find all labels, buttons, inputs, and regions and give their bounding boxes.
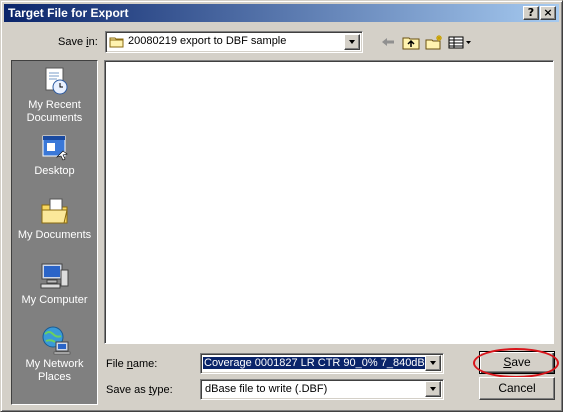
place-label: My Recent bbox=[28, 99, 81, 111]
current-folder-name: 20080219 export to DBF sample bbox=[128, 35, 287, 47]
place-label: Places bbox=[37, 371, 72, 383]
recent-documents-icon bbox=[39, 65, 71, 97]
save-in-dropdown[interactable]: 20080219 export to DBF sample bbox=[105, 31, 363, 53]
file-name-dropdown-arrow[interactable] bbox=[425, 355, 441, 371]
place-my-network-places[interactable]: My Network Places bbox=[12, 324, 97, 386]
up-one-level-icon[interactable] bbox=[402, 34, 420, 50]
folder-icon bbox=[109, 35, 125, 49]
file-list[interactable] bbox=[104, 60, 554, 344]
title-bar[interactable]: Target File for Export ? × bbox=[4, 4, 559, 22]
place-my-documents[interactable]: My Documents bbox=[12, 195, 97, 247]
file-name-label: File name: bbox=[106, 358, 158, 370]
place-label: My Computer bbox=[21, 294, 88, 306]
place-desktop[interactable]: Desktop bbox=[12, 131, 97, 183]
place-label: Desktop bbox=[34, 165, 75, 177]
save-dialog: Target File for Export ? × Save in: 2008… bbox=[0, 0, 563, 412]
close-button[interactable]: × bbox=[540, 6, 556, 20]
place-my-recent-documents[interactable]: My Recent Documents bbox=[12, 65, 97, 127]
place-my-computer[interactable]: My Computer bbox=[12, 260, 97, 312]
cancel-button[interactable]: Cancel bbox=[479, 377, 555, 400]
window-title: Target File for Export bbox=[8, 6, 129, 20]
places-bar: My Recent Documents Desktop My Documents… bbox=[11, 60, 98, 405]
help-icon: ? bbox=[527, 6, 535, 19]
my-documents-icon bbox=[39, 195, 71, 227]
my-computer-icon bbox=[39, 260, 71, 292]
file-name-input[interactable]: Coverage 0001827 LR CTR 90_0% 7_840dBu bbox=[200, 353, 444, 374]
back-icon[interactable] bbox=[379, 34, 397, 50]
place-label: Documents bbox=[26, 112, 83, 124]
save-in-label: Save in: bbox=[58, 36, 98, 48]
save-in-dropdown-arrow[interactable] bbox=[344, 34, 360, 50]
view-menu-icon[interactable] bbox=[448, 34, 472, 50]
desktop-icon bbox=[39, 131, 71, 163]
new-folder-icon[interactable] bbox=[425, 34, 443, 50]
network-places-icon bbox=[39, 324, 71, 356]
save-as-type-dropdown-arrow[interactable] bbox=[425, 381, 441, 397]
help-button[interactable]: ? bbox=[523, 6, 539, 20]
save-as-type-dropdown[interactable]: dBase file to write (.DBF) bbox=[200, 379, 444, 400]
highlight-annotation-ring bbox=[473, 348, 559, 378]
place-label: My Network bbox=[25, 358, 84, 370]
save-as-type-label: Save as type: bbox=[106, 384, 173, 396]
close-icon: × bbox=[543, 6, 553, 19]
save-as-type-value: dBase file to write (.DBF) bbox=[205, 383, 328, 395]
file-name-value: Coverage 0001827 LR CTR 90_0% 7_840dBu bbox=[203, 357, 425, 369]
place-label: My Documents bbox=[17, 229, 92, 241]
